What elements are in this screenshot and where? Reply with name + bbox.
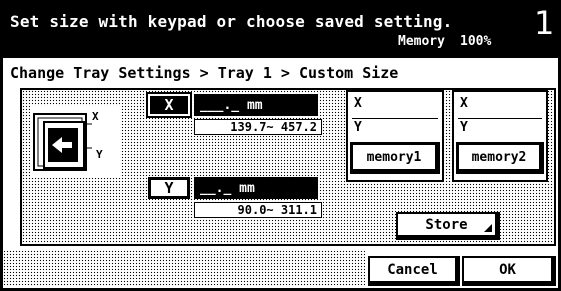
memory2-panel: X Y memory2: [452, 90, 548, 182]
memory-value: 100%: [460, 34, 492, 49]
store-button[interactable]: Store: [396, 212, 500, 240]
memory1-y-label: Y: [354, 120, 362, 135]
tray-x-label: X: [92, 110, 99, 123]
page-number: 1: [534, 4, 555, 42]
tray-icon: X Y: [30, 106, 120, 178]
y-size-value: __._ mm: [200, 180, 255, 196]
tray-y-label: Y: [96, 148, 103, 161]
memory2-button-label: memory2: [471, 149, 527, 165]
paper-tray-icon: [33, 113, 92, 171]
x-size-input[interactable]: ___._ mm: [194, 94, 318, 116]
ok-button-label: OK: [499, 261, 516, 278]
memory1-panel: X Y memory1: [346, 90, 444, 182]
cancel-button[interactable]: Cancel: [368, 256, 460, 286]
memory-label: Memory: [398, 34, 445, 49]
x-size-button[interactable]: X: [146, 92, 192, 118]
memory2-y-label: Y: [460, 120, 468, 135]
ok-button[interactable]: OK: [462, 256, 556, 286]
footer-pattern: [3, 250, 365, 286]
memory1-button[interactable]: memory1: [350, 142, 440, 174]
memory1-button-label: memory1: [366, 149, 422, 165]
breadcrumb: Change Tray Settings > Tray 1 > Custom S…: [10, 64, 399, 82]
memory1-divider: [352, 118, 438, 119]
x-range-text: 139.7~ 457.2: [194, 119, 322, 135]
cancel-button-label: Cancel: [387, 261, 438, 278]
y-size-button[interactable]: Y: [148, 177, 190, 199]
corner-mark-icon: [484, 224, 492, 232]
y-size-label: Y: [164, 179, 174, 197]
y-range-text: 90.0~ 311.1: [194, 202, 322, 218]
memory1-x-label: X: [354, 96, 362, 111]
store-button-label: Store: [425, 216, 468, 233]
y-size-input[interactable]: __._ mm: [194, 177, 318, 199]
x-size-value: ___._ mm: [200, 97, 263, 113]
instruction-text: Set size with keypad or choose saved set…: [10, 12, 453, 31]
memory2-button[interactable]: memory2: [456, 142, 544, 174]
x-size-label: X: [164, 96, 174, 114]
instruction-header: Set size with keypad or choose saved set…: [0, 0, 561, 58]
memory2-x-label: X: [460, 96, 468, 111]
memory2-divider: [458, 118, 542, 119]
